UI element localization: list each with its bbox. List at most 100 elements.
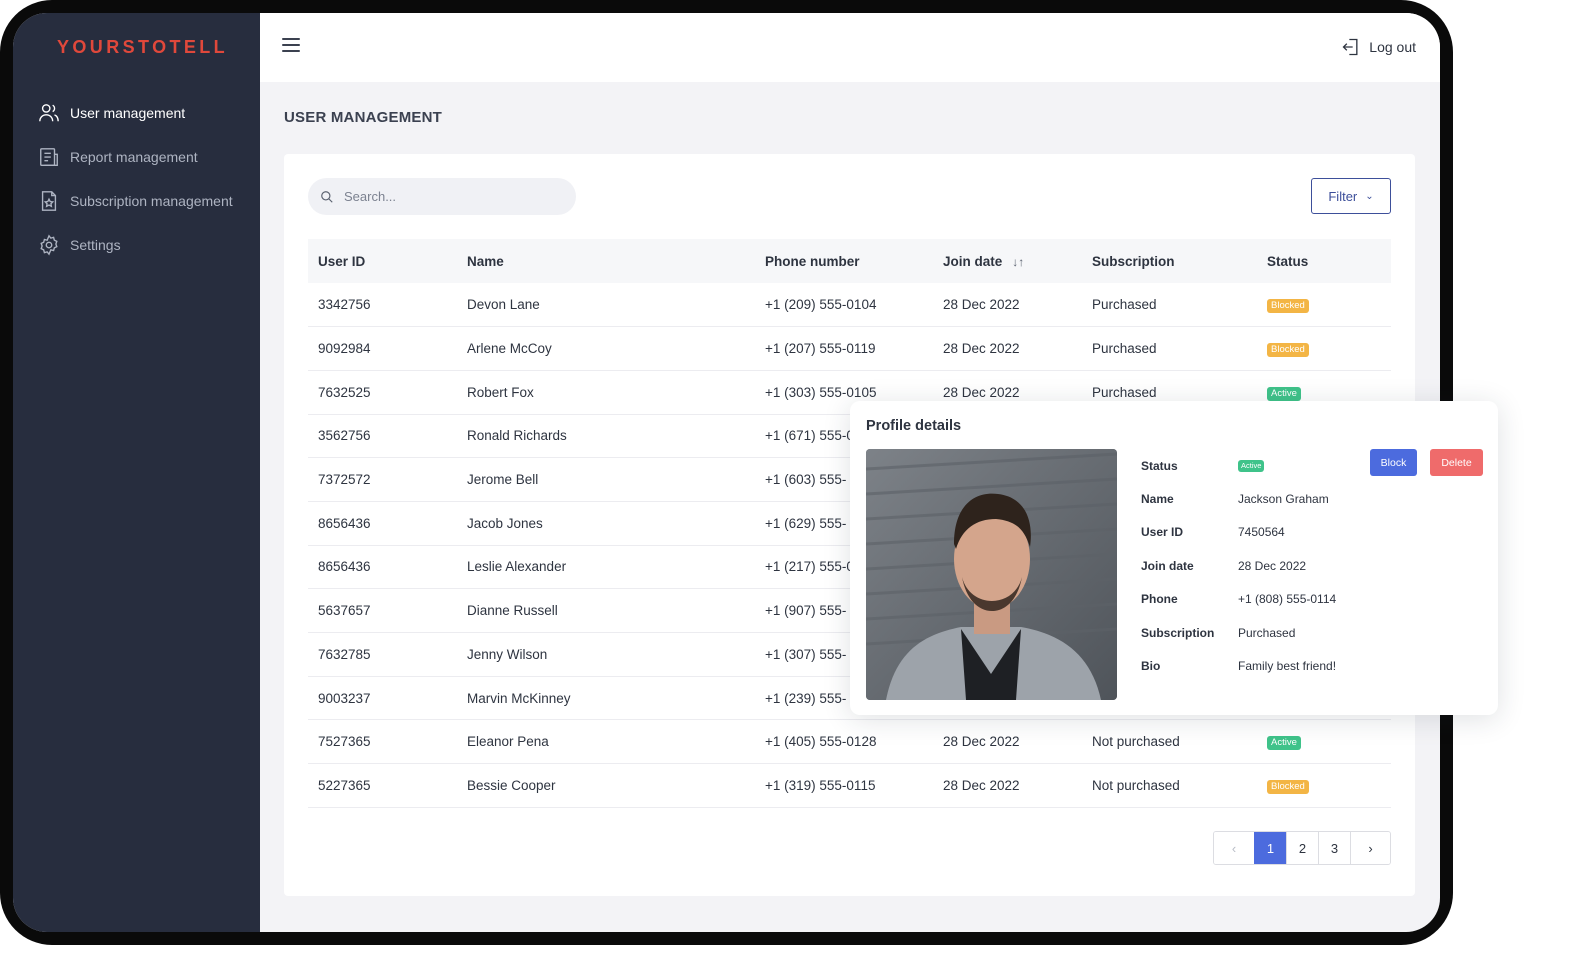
cell-phone: +1 (405) 555-0128 <box>765 734 877 750</box>
column-header-status[interactable]: Status <box>1257 239 1391 283</box>
subscription-icon <box>38 190 60 212</box>
hamburger-icon[interactable] <box>282 38 300 54</box>
profile-row-bio: Bio Family best friend! <box>1141 649 1361 682</box>
profile-row-phone: Phone +1 (808) 555-0114 <box>1141 583 1361 616</box>
search-input[interactable] <box>344 189 544 204</box>
status-badge: Active <box>1267 386 1301 401</box>
logo: YOURSTOTELL <box>57 37 229 57</box>
field-label: User ID <box>1141 525 1184 540</box>
cell-name: Leslie Alexander <box>467 559 567 575</box>
cell-name: Jacob Jones <box>467 515 543 531</box>
status-badge: Blocked <box>1267 779 1309 794</box>
cell-join-date: 28 Dec 2022 <box>943 777 1020 793</box>
cell-name: Arlene McCoy <box>467 341 552 357</box>
cell-user-id: 3342756 <box>318 297 371 313</box>
cell-user-id: 5227365 <box>318 777 371 793</box>
sidebar-item-user-management[interactable]: User management <box>13 91 260 135</box>
cell-phone: +1 (319) 555-0115 <box>765 777 876 793</box>
block-button[interactable]: Block <box>1370 449 1417 476</box>
cell-user-id: 8656436 <box>318 515 371 531</box>
column-header-user-id[interactable]: User ID <box>308 239 457 283</box>
cell-subscription: Purchased <box>1092 297 1157 313</box>
field-value: Family best friend! <box>1238 659 1337 674</box>
next-page-button[interactable]: › <box>1350 832 1390 864</box>
table-row[interactable]: 5227365 Bessie Cooper +1 (319) 555-0115 28 … <box>308 764 1391 808</box>
cell-name: Robert Fox <box>467 384 534 400</box>
sidebar-nav: User management Report management Subscr… <box>13 91 260 267</box>
status-badge: Blocked <box>1267 299 1309 314</box>
users-icon <box>38 102 60 124</box>
cell-join-date: 28 Dec 2022 <box>943 341 1020 357</box>
chevron-down-icon: ⌄ <box>1365 190 1374 202</box>
status-badge: Active <box>1238 459 1265 472</box>
gear-icon <box>38 234 60 256</box>
field-value: 28 Dec 2022 <box>1238 558 1307 573</box>
delete-button[interactable]: Delete <box>1430 449 1483 476</box>
cell-user-id: 9092984 <box>318 341 371 357</box>
profile-photo <box>866 449 1117 700</box>
page-title: USER MANAGEMENT <box>284 109 443 126</box>
cell-user-id: 5637657 <box>318 603 371 619</box>
field-value: 7450564 <box>1238 525 1285 540</box>
field-label: Subscription <box>1141 625 1215 640</box>
cell-user-id: 7372572 <box>318 472 371 488</box>
field-label: Name <box>1141 492 1174 507</box>
field-label: Phone <box>1141 592 1178 607</box>
column-header-subscription[interactable]: Subscription <box>1082 239 1257 283</box>
page-button-3[interactable]: 3 <box>1318 832 1350 864</box>
filter-label: Filter <box>1328 188 1358 204</box>
profile-row-subscription: Subscription Purchased <box>1141 616 1361 649</box>
cell-name: Marvin McKinney <box>467 690 571 706</box>
table-row[interactable]: 9092984 Arlene McCoy +1 (207) 555-0119 28 D… <box>308 327 1391 371</box>
cell-user-id: 9003237 <box>318 690 371 706</box>
table-row[interactable]: 7527365 Eleanor Pena +1 (405) 555-0128 28 D… <box>308 720 1391 764</box>
cell-name: Bessie Cooper <box>467 777 556 793</box>
profile-title: Profile details <box>866 418 962 434</box>
field-value: Purchased <box>1238 625 1296 640</box>
cell-user-id: 7632525 <box>318 384 371 400</box>
profile-row-status: Status Active <box>1141 449 1361 482</box>
field-label: Status <box>1141 458 1178 473</box>
profile-details-panel: Profile details Status Active Name Jacks… <box>850 401 1498 715</box>
sidebar-item-settings[interactable]: Settings <box>13 223 260 267</box>
prev-page-button[interactable]: ‹ <box>1214 832 1254 864</box>
cell-name: Ronald Richards <box>467 428 567 444</box>
cell-status: Active <box>1257 720 1391 764</box>
table-row[interactable]: 3342756 Devon Lane +1 (209) 555-0104 28 Dec… <box>308 283 1391 327</box>
column-header-join-date[interactable]: Join date ↓↑ <box>933 239 1082 283</box>
cell-subscription: Not purchased <box>1092 777 1180 793</box>
logout-button[interactable]: Log out <box>1341 37 1416 57</box>
field-label: Join date <box>1141 558 1194 573</box>
field-value: Jackson Graham <box>1238 492 1329 507</box>
sidebar-item-label: Report management <box>70 149 198 165</box>
sidebar-item-label: Settings <box>70 237 121 253</box>
cell-user-id: 8656436 <box>318 559 371 575</box>
cell-subscription: Purchased <box>1092 341 1157 357</box>
field-value: +1 (808) 555-0114 <box>1238 592 1337 607</box>
cell-join-date: 28 Dec 2022 <box>943 734 1020 750</box>
cell-phone: +1 (209) 555-0104 <box>765 297 877 313</box>
cell-user-id: 7632785 <box>318 646 371 662</box>
cell-name: Dianne Russell <box>467 603 558 619</box>
logout-label: Log out <box>1369 39 1416 55</box>
sidebar-item-report-management[interactable]: Report management <box>13 135 260 179</box>
cell-user-id: 3562756 <box>318 428 371 444</box>
cell-status: Blocked <box>1257 764 1391 808</box>
column-header-name[interactable]: Name <box>457 239 755 283</box>
sort-icon[interactable]: ↓↑ <box>1012 255 1024 269</box>
logout-icon <box>1342 38 1358 56</box>
search-icon <box>321 190 333 203</box>
cell-status: Blocked <box>1257 283 1391 327</box>
field-label: Bio <box>1141 659 1161 674</box>
page-button-2[interactable]: 2 <box>1286 832 1318 864</box>
sidebar: YOURSTOTELL User management Report manag… <box>13 13 260 932</box>
sidebar-item-label: Subscription management <box>70 193 233 209</box>
cell-status: Blocked <box>1257 327 1391 371</box>
sidebar-item-subscription-management[interactable]: Subscription management <box>13 179 260 223</box>
column-header-phone[interactable]: Phone number <box>755 239 933 283</box>
pagination: ‹ 1 2 3 › <box>1213 831 1391 865</box>
cell-name: Devon Lane <box>467 297 540 313</box>
status-badge: Blocked <box>1267 343 1309 358</box>
filter-button[interactable]: Filter ⌄ <box>1311 178 1391 214</box>
page-button-1[interactable]: 1 <box>1254 832 1286 864</box>
